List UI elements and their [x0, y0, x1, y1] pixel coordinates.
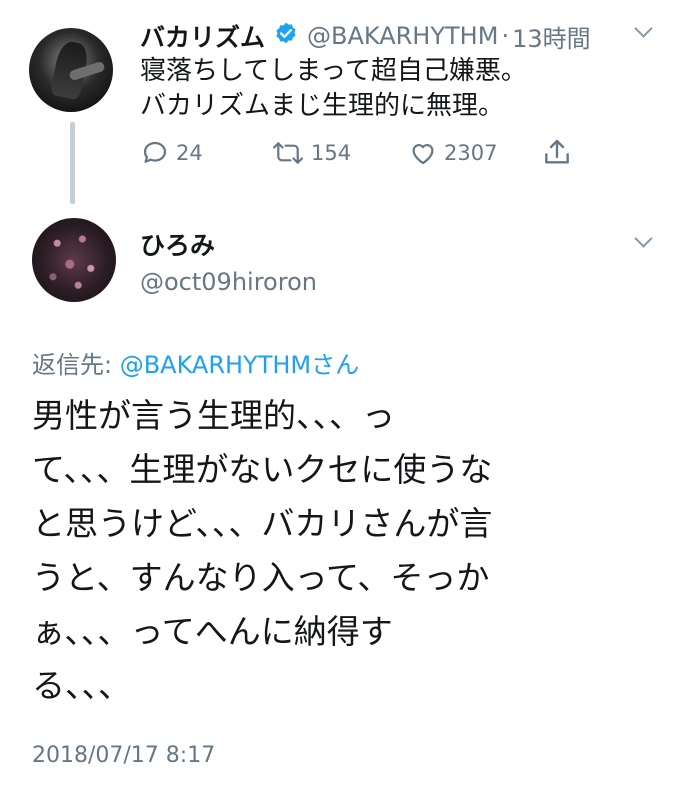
tweet-line: る、、、: [32, 666, 131, 705]
separator-dot: ·: [501, 22, 510, 50]
tweet-line: て、、、生理がないクセに使うな: [32, 450, 493, 489]
share-button[interactable]: [541, 137, 573, 169]
reply-tweet-header: ひろみ @oct09hiroron: [140, 226, 317, 296]
retweet-count: 154: [311, 141, 352, 165]
tweet-line: 寝落ちしてしまって超自己嫌悪。: [140, 56, 527, 86]
display-name[interactable]: ひろみ: [140, 226, 317, 262]
reply-button[interactable]: 24: [140, 138, 203, 168]
parent-tweet-header: バカリズム @BAKARHYTHM · 13時間: [140, 18, 591, 54]
parent-tweet-text: 寝落ちしてしまって超自己嫌悪。 バカリズムまじ生理的に無理。: [140, 54, 527, 124]
retweet-icon: [272, 142, 304, 164]
reply-tweet-text: 男性が言う生理的、、、っ て、、、生理がないクセに使うな と思うけど、、、バカリ…: [32, 389, 492, 713]
user-handle[interactable]: @oct09hiroron: [140, 268, 317, 296]
avatar-hiroron[interactable]: [32, 218, 116, 302]
user-handle[interactable]: @BAKARHYTHM: [307, 22, 498, 50]
reply-to-line: 返信先: @BAKARHYTHMさん: [32, 345, 359, 380]
tweet-line: と思うけど、、、バカリさんが言: [32, 504, 493, 543]
display-name[interactable]: バカリズム: [140, 18, 265, 54]
tweet-line: 男性が言う生理的、、、っ: [32, 396, 395, 435]
avatar-bakarhythm[interactable]: [29, 28, 113, 112]
heart-icon: [412, 144, 434, 165]
reply-count: 24: [176, 141, 203, 165]
tweet-timestamp[interactable]: 2018/07/17 8:17: [32, 743, 215, 768]
verified-badge-icon: [273, 21, 299, 51]
thread-connector: [70, 122, 75, 204]
tweet-line: うと、すんなり入って、そっか: [32, 558, 490, 597]
share-icon: [545, 139, 569, 164]
reply-to-link[interactable]: @BAKARHYTHMさん: [120, 351, 359, 379]
retweet-button[interactable]: 154: [271, 138, 351, 168]
like-button[interactable]: 2307: [408, 138, 497, 168]
reply-icon: [143, 141, 167, 163]
chevron-down-icon[interactable]: [634, 229, 653, 248]
tweet-line: ぁ、、、ってへんに納得す: [32, 612, 393, 651]
reply-to-label: 返信先:: [32, 351, 120, 379]
chevron-down-icon[interactable]: [634, 19, 653, 38]
tweet-line: バカリズムまじ生理的に無理。: [140, 91, 505, 121]
like-count: 2307: [444, 141, 498, 165]
tweet-time[interactable]: 13時間: [512, 19, 591, 54]
